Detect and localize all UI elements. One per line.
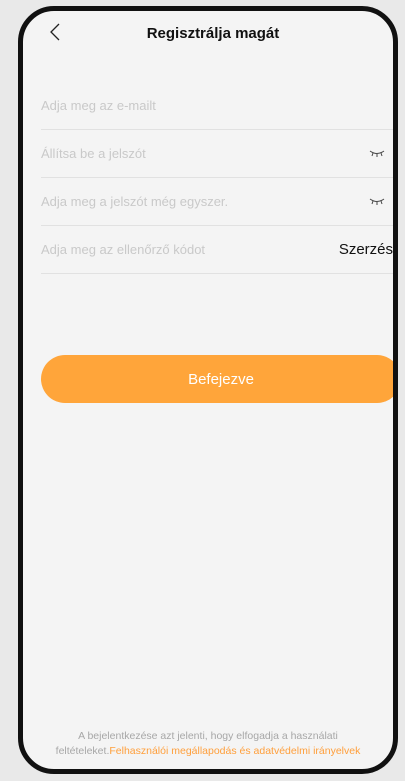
verification-code-field[interactable]: Adja meg az ellenőrző kódot Szerzés (41, 225, 393, 274)
eye-closed-icon[interactable] (369, 148, 385, 158)
get-code-button[interactable]: Szerzés (339, 241, 393, 258)
nav-bar: Regisztrálja magát (23, 11, 393, 55)
password-confirm-placeholder: Adja meg a jelszót még egyszer. (41, 193, 229, 209)
terms-link[interactable]: Felhasználói megállapodás és adatvédelmi… (109, 745, 360, 757)
page-title: Regisztrálja magát (146, 24, 280, 42)
password-confirm-field[interactable]: Adja meg a jelszót még egyszer. (41, 177, 393, 226)
chevron-left-icon[interactable] (45, 21, 67, 43)
phone-frame: Regisztrálja magát Adja meg az e-mailt Á… (18, 6, 398, 774)
email-placeholder: Adja meg az e-mailt (41, 97, 156, 113)
password-field[interactable]: Állítsa be a jelszót (41, 129, 393, 178)
code-placeholder: Adja meg az ellenőrző kódot (41, 241, 206, 257)
eye-closed-icon[interactable] (369, 196, 385, 206)
email-field[interactable]: Adja meg az e-mailt (41, 81, 393, 130)
terms-footer: A bejelentkezése azt jelenti, hogy elfog… (31, 729, 385, 759)
password-placeholder: Állítsa be a jelszót (41, 145, 146, 161)
submit-button[interactable]: Befejezve (41, 355, 393, 403)
